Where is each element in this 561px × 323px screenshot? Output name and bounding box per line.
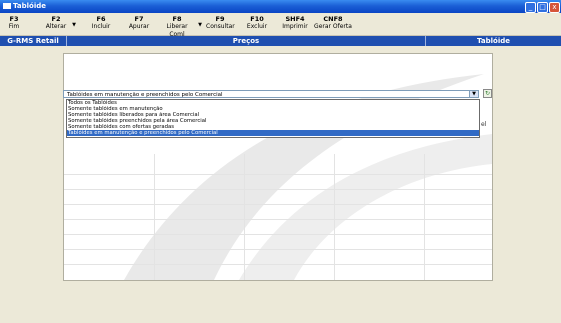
filter-option-selected[interactable]: Tablóides em manutenção e preenchidos pe… [67, 130, 479, 136]
tool-key: F3 [9, 15, 19, 23]
tool-label: Imprimir [282, 23, 308, 30]
grid-row-line [64, 204, 492, 205]
tool-imprimir-button[interactable]: SHF4 Imprimir [282, 15, 308, 31]
module-header: G-RMS Retail Preços Tablóide [0, 36, 561, 46]
grid-col-line [244, 154, 245, 280]
grid-row-line [64, 264, 492, 265]
header-screen-name: Tablóide [477, 37, 510, 45]
tool-label: Fim [8, 23, 20, 30]
grid-row-line [64, 249, 492, 250]
chevron-down-icon[interactable]: ▼ [72, 21, 76, 29]
grid-row-line [64, 189, 492, 190]
function-key-toolbar: F3 Fim F2 Alterar ▼ F6 Incluir F7 Apurar… [0, 13, 561, 38]
minimize-button[interactable]: _ [525, 2, 536, 13]
tabloid-filter-select[interactable]: Tablóides em manutenção e preenchidos pe… [63, 90, 479, 98]
tool-key: CNF8 [323, 15, 343, 23]
grid-col-line [424, 154, 425, 280]
tool-key: F10 [250, 15, 264, 23]
app-icon [3, 3, 11, 9]
grid-col-line [154, 154, 155, 280]
tool-key: F6 [96, 15, 106, 23]
maximize-button[interactable]: □ [537, 2, 548, 13]
tool-apurar-button[interactable]: F7 Apurar [128, 15, 150, 31]
tool-key: F7 [134, 15, 144, 23]
tool-alterar-button[interactable]: F2 Alterar ▼ [44, 15, 76, 31]
chevron-down-icon[interactable]: ▼ [198, 21, 202, 29]
close-button[interactable]: x [549, 2, 560, 13]
tool-label: Alterar [45, 23, 67, 30]
tool-label: Apurar [128, 23, 150, 30]
tool-key: F8 [172, 15, 182, 23]
grid-col-line [334, 154, 335, 280]
tool-fim-button[interactable]: F3 Fim [6, 15, 22, 31]
grid-row-line [64, 234, 492, 235]
window-titlebar: Tablóide _ □ x [0, 0, 561, 13]
chevron-down-icon[interactable]: ▼ [469, 90, 479, 98]
tabloid-grid[interactable] [63, 53, 493, 281]
tool-label: Incluir [91, 23, 111, 30]
tool-label: Consultar [206, 23, 235, 30]
grid-row-line [64, 174, 492, 175]
watermark-logo-icon [124, 74, 492, 280]
tool-key: F2 [51, 15, 61, 23]
header-system-name: G-RMS Retail [0, 36, 67, 46]
refresh-icon[interactable]: ↻ [483, 89, 492, 98]
tool-incluir-button[interactable]: F6 Incluir [90, 15, 112, 31]
header-module-name: Preços [67, 36, 426, 46]
tool-key: SHF4 [285, 15, 305, 23]
partial-column-label: el [481, 121, 487, 128]
tabloid-filter-dropdown: Todos os Tablóides Somente tablóides em … [66, 99, 480, 138]
tool-excluir-button[interactable]: F10 Excluir [246, 15, 268, 31]
tool-consultar-button[interactable]: F9 Consultar [206, 15, 235, 31]
grid-row-line [64, 219, 492, 220]
tool-label: Gerar Oferta [314, 23, 352, 30]
tool-key: F9 [215, 15, 225, 23]
tool-label: Excluir [246, 23, 268, 30]
tool-gerar-oferta-button[interactable]: CNF8 Gerar Oferta [314, 15, 352, 31]
window-title: Tablóide [13, 2, 46, 10]
